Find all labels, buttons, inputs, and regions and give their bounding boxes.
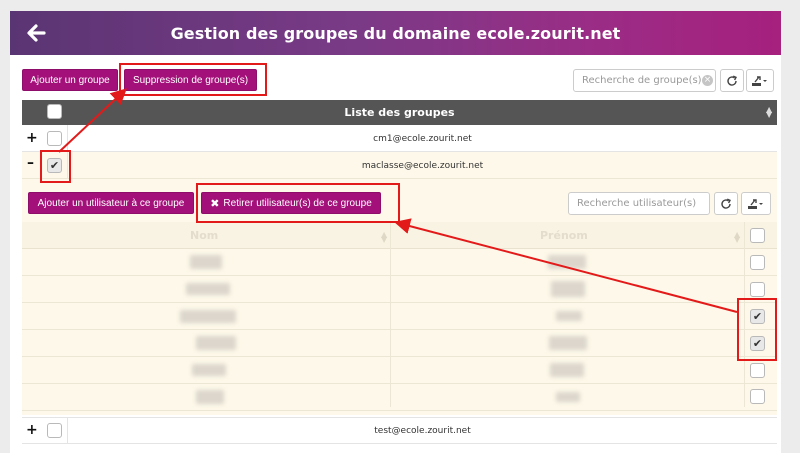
select-all-groups-checkbox[interactable]: [47, 104, 62, 119]
expand-icon[interactable]: +: [26, 422, 38, 438]
sort-icon[interactable]: ▲ ▼: [381, 231, 387, 244]
export-users-button[interactable]: [741, 192, 771, 215]
user-search-input[interactable]: [568, 192, 710, 215]
group-email[interactable]: cm1@ecole.zourit.net: [68, 134, 777, 144]
group-email[interactable]: test@ecole.zourit.net: [68, 426, 777, 436]
add-group-button[interactable]: Ajouter un groupe: [22, 69, 118, 91]
add-user-to-group-button[interactable]: Ajouter un utilisateur à ce groupe: [28, 192, 194, 214]
user-checkbox-checked[interactable]: ✔: [750, 336, 765, 351]
column-header-prenom[interactable]: Prénom: [540, 229, 588, 242]
collapse-icon[interactable]: –: [27, 155, 34, 171]
user-checkbox[interactable]: [750, 282, 765, 297]
arrow-left-icon[interactable]: [24, 21, 48, 45]
refresh-icon: [727, 75, 737, 86]
group-email[interactable]: maclasse@ecole.zourit.net: [68, 161, 777, 171]
refresh-users-button[interactable]: [714, 192, 738, 215]
group-search-input[interactable]: [573, 69, 716, 92]
groups-table-header-label: Liste des groupes: [344, 106, 455, 119]
table-row: [22, 384, 777, 411]
table-row: [22, 330, 777, 357]
table-row: [22, 249, 777, 276]
user-checkbox[interactable]: [750, 255, 765, 270]
sort-icon[interactable]: ▲ ▼: [766, 106, 772, 119]
group-checkbox[interactable]: [47, 423, 62, 438]
remove-users-label: Retirer utilisateur(s) de ce groupe: [223, 197, 372, 209]
groups-table-header: Liste des groupes: [22, 100, 777, 125]
select-all-users-checkbox[interactable]: [750, 228, 765, 243]
user-checkbox[interactable]: [750, 363, 765, 378]
export-button[interactable]: [746, 69, 774, 92]
refresh-button[interactable]: [720, 69, 744, 92]
export-icon: [752, 75, 767, 86]
delete-groups-button[interactable]: Suppression de groupe(s): [124, 69, 257, 91]
column-header-nom[interactable]: Nom: [190, 229, 218, 242]
table-row: [22, 357, 777, 384]
user-checkbox-checked[interactable]: ✔: [750, 309, 765, 324]
table-row: [22, 276, 777, 303]
page-header: Gestion des groupes du domaine ecole.zou…: [10, 11, 781, 55]
refresh-icon: [721, 198, 731, 209]
export-icon: [748, 198, 763, 209]
members-table-header: [22, 222, 777, 249]
user-checkbox[interactable]: [750, 389, 765, 404]
sort-icon[interactable]: ▲ ▼: [734, 231, 740, 244]
group-checkbox[interactable]: [47, 131, 62, 146]
times-icon: ✖: [210, 197, 220, 210]
group-checkbox-checked[interactable]: ✔: [47, 158, 62, 173]
expand-icon[interactable]: +: [26, 130, 38, 146]
remove-users-from-group-button[interactable]: ✖ Retirer utilisateur(s) de ce groupe: [201, 192, 381, 214]
page-title: Gestion des groupes du domaine ecole.zou…: [170, 23, 621, 43]
clear-search-icon[interactable]: ×: [702, 75, 713, 86]
table-row: [22, 303, 777, 330]
